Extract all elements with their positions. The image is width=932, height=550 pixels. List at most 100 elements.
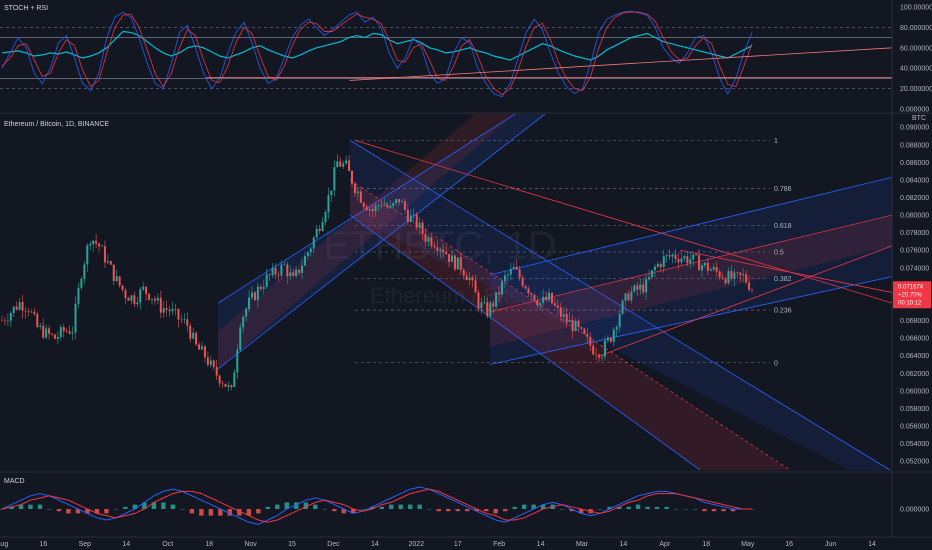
- candle-body: [548, 292, 551, 301]
- time-tick-label: Mar: [576, 541, 589, 548]
- candle-body: [686, 256, 689, 264]
- time-tick-label: May: [741, 541, 755, 548]
- candle-body: [256, 286, 259, 301]
- candle-body: [406, 209, 409, 222]
- candle-body: [321, 222, 324, 231]
- candle-body: [706, 262, 709, 271]
- time-tick-label: 14: [868, 541, 876, 548]
- price-tick-label: 0.058000: [900, 406, 929, 413]
- candle-body: [651, 270, 653, 278]
- candle-body: [606, 337, 609, 341]
- osc-tick-label: 20.000000: [900, 86, 932, 93]
- candle-body: [386, 205, 389, 208]
- candle-body: [671, 254, 674, 257]
- candle-body: [403, 201, 406, 210]
- time-tick-label: 14: [122, 541, 130, 548]
- time-tick-label: 17: [454, 541, 462, 548]
- macd-histogram-bar: [635, 504, 641, 509]
- time-tick-label: 16: [785, 541, 793, 548]
- macd-histogram-bar: [626, 506, 631, 509]
- macd-histogram-bar: [512, 506, 517, 509]
- candle-body: [439, 249, 442, 251]
- candle-body: [198, 344, 201, 350]
- candle-body: [709, 269, 712, 271]
- candle-body: [459, 257, 462, 270]
- candle-body: [12, 306, 15, 314]
- candle-body: [642, 284, 645, 293]
- candle-body: [127, 297, 130, 301]
- price-tick-label: 0.054000: [900, 441, 929, 448]
- candle-body: [218, 375, 221, 384]
- fib-level-label: 0.5: [774, 250, 784, 257]
- candle-body: [598, 354, 601, 358]
- candle-body: [77, 287, 80, 304]
- fib-level-label: 0.618: [774, 223, 792, 230]
- candle-body: [551, 292, 553, 304]
- candle-body: [21, 302, 24, 311]
- candle-body: [142, 286, 145, 290]
- candle-body: [424, 233, 427, 242]
- macd-histogram-bar: [322, 509, 327, 510]
- candle-body: [451, 255, 453, 262]
- candle-body: [42, 325, 45, 338]
- time-tick-label: Oct: [162, 541, 173, 548]
- candle-body: [571, 320, 574, 331]
- candle-body: [180, 319, 183, 321]
- candle-body: [156, 297, 159, 301]
- candle-body: [556, 305, 559, 308]
- macd-histogram-bar: [417, 504, 422, 509]
- price-tick-label: 0.088000: [900, 142, 929, 149]
- candle-body: [589, 336, 592, 346]
- candle-body: [521, 277, 524, 286]
- price-tick-label: 0.080000: [900, 213, 929, 220]
- candle-body: [365, 206, 368, 211]
- candle-body: [618, 313, 621, 327]
- time-tick-label: 2022: [408, 541, 424, 548]
- candle-body: [265, 274, 268, 287]
- candle-body: [592, 345, 595, 355]
- price-tick-label: 0.060000: [900, 388, 929, 395]
- candle-body: [362, 202, 365, 207]
- candle-body: [65, 331, 68, 332]
- time-tick-label: Dec: [327, 541, 340, 548]
- candle-body: [36, 314, 39, 327]
- price-tick-label: 0.056000: [900, 424, 929, 431]
- candle-body: [609, 337, 612, 342]
- candle-body: [456, 257, 459, 270]
- candle-body: [745, 274, 748, 283]
- candle-body: [151, 298, 153, 300]
- candle-body: [162, 308, 165, 313]
- macd-histogram-bar: [379, 506, 384, 509]
- candle-body: [92, 240, 95, 244]
- candle-body: [683, 256, 686, 259]
- candle-body: [233, 372, 236, 388]
- candle-body: [315, 228, 318, 238]
- candle-body: [33, 311, 36, 315]
- candle-body: [395, 199, 398, 204]
- candle-body: [677, 259, 680, 263]
- candle-body: [106, 261, 109, 263]
- stoch-rsi-title: STOCH + RSI: [4, 5, 48, 12]
- candle-body: [342, 163, 345, 167]
- candle-body: [289, 272, 292, 277]
- candle-body: [268, 274, 271, 276]
- time-tick-label: Sep: [79, 541, 92, 548]
- macd-histogram-bar: [654, 506, 660, 509]
- macd-histogram-bar: [56, 509, 62, 512]
- candle-body: [718, 271, 721, 278]
- candle-body: [3, 320, 6, 322]
- candle-body: [703, 262, 706, 266]
- candle-body: [95, 240, 98, 244]
- candle-body: [483, 302, 486, 303]
- candle-body: [148, 293, 151, 300]
- candle-body: [136, 302, 139, 305]
- candle-body: [283, 264, 286, 266]
- candle-body: [430, 237, 433, 246]
- candle-body: [474, 280, 477, 293]
- candle-body: [648, 277, 651, 280]
- candle-body: [480, 302, 483, 309]
- candle-body: [177, 308, 180, 320]
- macd-histogram-bar: [446, 509, 451, 512]
- macd-histogram-bar: [455, 509, 460, 512]
- price-tick-label: 0.052000: [900, 459, 929, 466]
